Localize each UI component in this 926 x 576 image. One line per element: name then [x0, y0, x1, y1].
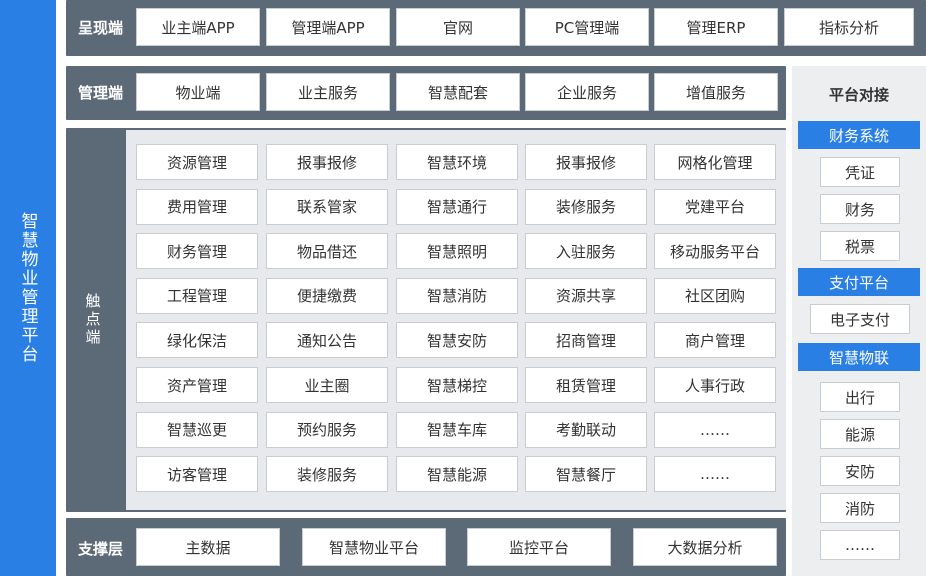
touchpoint-item[interactable]: 访客管理 [136, 456, 258, 493]
touchpoint-label: 触点端 [83, 293, 102, 347]
touchpoint-item[interactable]: …… [654, 411, 776, 448]
touchpoint-item[interactable]: 通知公告 [266, 322, 388, 359]
left-title-bar: 智慧物业管理平台 [0, 0, 56, 576]
platform-item[interactable]: 财务 [820, 194, 900, 224]
management-item[interactable]: 物业端 [136, 73, 260, 111]
support-item[interactable]: 大数据分析 [633, 528, 777, 566]
support-label: 支撑层 [78, 540, 124, 558]
touchpoint-item[interactable]: 工程管理 [136, 277, 258, 314]
touchpoint-item[interactable]: 资源共享 [525, 277, 647, 314]
touchpoint-item[interactable]: 智慧餐厅 [525, 456, 647, 493]
support-item[interactable]: 主数据 [136, 528, 280, 566]
touchpoint-item[interactable]: 智慧环境 [396, 144, 518, 180]
touchpoint-item[interactable]: 智慧梯控 [396, 367, 518, 403]
management-item[interactable]: 增值服务 [654, 73, 778, 111]
touchpoint-item[interactable]: 人事行政 [654, 367, 776, 403]
touchpoint-item[interactable]: 考勤联动 [525, 411, 647, 448]
touchpoint-item[interactable]: 网格化管理 [654, 144, 776, 180]
touchpoint-item[interactable]: 财务管理 [136, 233, 258, 270]
presentation-item[interactable]: PC管理端 [525, 8, 649, 46]
presentation-item[interactable]: 官网 [396, 8, 520, 46]
touchpoint-label-box: 触点端 [66, 130, 120, 510]
touchpoint-item[interactable]: 智慧照明 [396, 233, 518, 270]
management-item[interactable]: 智慧配套 [396, 73, 520, 111]
support-item[interactable]: 监控平台 [467, 528, 611, 566]
platform-item[interactable]: …… [820, 530, 900, 560]
platform-group-head[interactable]: 财务系统 [798, 121, 920, 149]
touchpoint-item[interactable]: 社区团购 [654, 277, 776, 314]
platform-item[interactable]: 能源 [820, 419, 900, 449]
touchpoint-item[interactable]: 物品借还 [266, 233, 388, 270]
touchpoint-item[interactable]: …… [654, 456, 776, 493]
platform-item[interactable]: 安防 [820, 456, 900, 486]
presentation-label: 呈现端 [78, 19, 124, 37]
platform-item[interactable]: 消防 [820, 493, 900, 523]
support-item[interactable]: 智慧物业平台 [302, 528, 446, 566]
platform-item[interactable]: 电子支付 [810, 304, 910, 334]
management-label: 管理端 [78, 84, 124, 102]
touchpoint-item[interactable]: 党建平台 [654, 188, 776, 225]
touchpoint-item[interactable]: 便捷缴费 [266, 277, 388, 314]
touchpoint-item[interactable]: 预约服务 [266, 411, 388, 448]
touchpoint-grid [126, 130, 786, 510]
platform-group-head[interactable]: 支付平台 [798, 268, 920, 296]
touchpoint-item[interactable]: 移动服务平台 [654, 233, 776, 270]
presentation-item[interactable]: 业主端APP [136, 8, 260, 46]
platform-title: 平台对接 [828, 86, 889, 104]
presentation-item[interactable]: 管理ERP [654, 8, 778, 46]
touchpoint-item[interactable]: 招商管理 [525, 322, 647, 359]
touchpoint-item[interactable]: 装修服务 [525, 188, 647, 225]
touchpoint-item[interactable]: 绿化保洁 [136, 322, 258, 359]
platform-group-head[interactable]: 智慧物联 [798, 343, 920, 371]
touchpoint-item[interactable]: 智慧消防 [396, 277, 518, 314]
touchpoint-item[interactable]: 业主圈 [266, 367, 388, 403]
presentation-item[interactable]: 管理端APP [266, 8, 390, 46]
touchpoint-item[interactable]: 租赁管理 [525, 367, 647, 403]
management-item[interactable]: 业主服务 [266, 73, 390, 111]
management-item[interactable]: 企业服务 [525, 73, 649, 111]
touchpoint-item[interactable]: 报事报修 [525, 144, 647, 180]
touchpoint-item[interactable]: 费用管理 [136, 188, 258, 225]
touchpoint-item[interactable]: 入驻服务 [525, 233, 647, 270]
presentation-item[interactable]: 指标分析 [784, 8, 914, 46]
touchpoint-item[interactable]: 智慧通行 [396, 188, 518, 225]
touchpoint-item[interactable]: 智慧能源 [396, 456, 518, 493]
touchpoint-item[interactable]: 智慧安防 [396, 322, 518, 359]
touchpoint-item[interactable]: 装修服务 [266, 456, 388, 493]
touchpoint-item[interactable]: 资产管理 [136, 367, 258, 403]
left-title: 智慧物业管理平台 [17, 212, 38, 364]
touchpoint-item[interactable]: 联系管家 [266, 188, 388, 225]
platform-item[interactable]: 税票 [820, 231, 900, 261]
touchpoint-item[interactable]: 资源管理 [136, 144, 258, 180]
platform-item[interactable]: 出行 [820, 382, 900, 412]
touchpoint-item[interactable]: 商户管理 [654, 322, 776, 359]
platform-item[interactable]: 凭证 [820, 157, 900, 187]
touchpoint-item[interactable]: 报事报修 [266, 144, 388, 180]
touchpoint-item[interactable]: 智慧巡更 [136, 411, 258, 448]
touchpoint-item[interactable]: 智慧车库 [396, 411, 518, 448]
